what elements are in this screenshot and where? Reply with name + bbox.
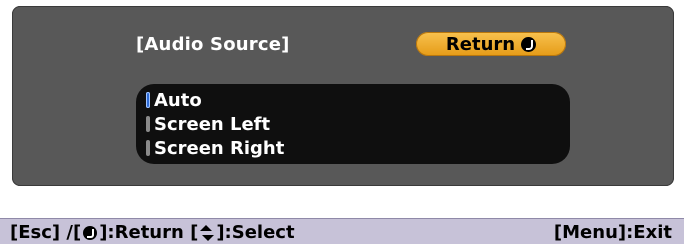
option-auto[interactable]: Auto [146,88,202,112]
panel-title: [Audio Source] [136,34,290,55]
option-label: Screen Left [154,113,271,135]
option-label: Screen Right [154,137,285,159]
radio-unselected-icon [146,116,150,132]
radio-unselected-icon [146,140,150,156]
return-button[interactable]: Return [416,32,566,56]
up-down-icon-bottom [202,234,215,241]
option-screen-right[interactable]: Screen Right [146,136,284,160]
option-label: Auto [154,89,202,111]
footer-left-part-1: [Esc] /[ [10,222,82,243]
up-down-icon [200,224,213,231]
audio-source-panel: [Audio Source] Return Auto Screen Left S… [12,6,674,186]
enter-icon [83,225,98,240]
help-footer: [Esc] /[ ]:Return [ ]:Select [Menu]:Exit [0,218,684,244]
footer-left-part-2: ]:Return [ [99,222,199,243]
option-screen-left[interactable]: Screen Left [146,112,270,136]
enter-icon [521,36,537,52]
footer-left-part-3: ]:Select [216,222,295,243]
footer-left: [Esc] /[ ]:Return [ ]:Select [10,222,295,243]
footer-right: [Menu]:Exit [553,222,672,243]
return-button-label: Return [445,33,516,55]
radio-selected-icon [146,92,150,108]
